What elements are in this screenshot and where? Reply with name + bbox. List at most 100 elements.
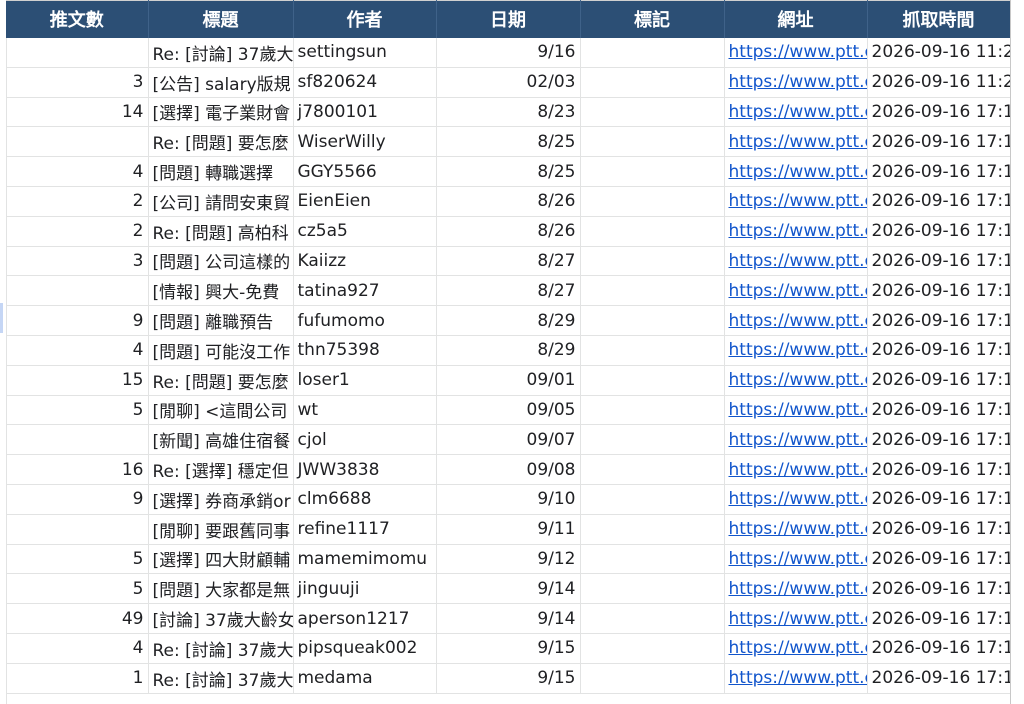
cell-date[interactable]: 8/25 [436,156,581,187]
cell-date[interactable]: 9/10 [436,484,581,515]
cell-date[interactable]: 8/27 [436,275,581,307]
column-header-date[interactable]: 日期 [436,0,581,38]
cell-title[interactable]: Re: [討論] 37歲大 [148,633,294,664]
url-link[interactable]: https://www.ptt.c [729,191,867,211]
cell-date[interactable]: 09/07 [436,424,581,456]
cell-date[interactable]: 8/26 [436,186,581,217]
cell-push-count[interactable]: 15 [6,365,149,396]
cell-mark[interactable] [580,544,725,575]
url-link[interactable]: https://www.ptt.c [729,281,867,301]
cell-author[interactable]: clm6688 [293,484,437,515]
cell-author[interactable]: tatina927 [293,275,437,307]
cell-fetch-time[interactable]: 2026-09-16 17:1 [867,275,1011,307]
url-link[interactable]: https://www.ptt.c [729,519,867,539]
cell-fetch-time[interactable]: 2026-09-16 11:2 [867,67,1011,98]
cell-url[interactable]: https://www.ptt.c [724,514,868,545]
column-header-mark[interactable]: 標記 [580,0,725,38]
cell-author[interactable]: refine1117 [293,514,437,545]
cell-url[interactable]: https://www.ptt.c [724,633,868,664]
cell-fetch-time[interactable]: 2026-09-16 17:1 [867,395,1011,426]
column-header-title[interactable]: 標題 [148,0,294,38]
cell-author[interactable]: medama [293,663,437,694]
cell-fetch-time[interactable]: 2026-09-16 17:1 [867,365,1011,396]
cell-url[interactable]: https://www.ptt.c [724,663,868,694]
url-link[interactable]: https://www.ptt.c [729,370,867,390]
cell-push-count[interactable]: 5 [6,573,149,605]
url-link[interactable]: https://www.ptt.c [729,42,867,62]
cell-url[interactable]: https://www.ptt.c [724,335,868,366]
cell-push-count[interactable]: 49 [6,603,149,634]
cell-title[interactable]: [選擇] 電子業財會 [148,97,294,128]
cell-fetch-time[interactable]: 2026-09-16 17:1 [867,246,1011,277]
cell-fetch-time[interactable]: 2026-09-16 17:1 [867,97,1011,128]
cell-fetch-time[interactable]: 2026-09-16 17:1 [867,126,1011,158]
url-link[interactable]: https://www.ptt.c [729,549,867,569]
cell-title[interactable]: [公告] salary版規 [148,67,294,98]
cell-url[interactable]: https://www.ptt.c [724,126,868,158]
cell-author[interactable]: j7800101 [293,97,437,128]
cell-push-count[interactable] [6,126,149,158]
cell-fetch-time[interactable]: 2026-09-16 17:1 [867,573,1011,605]
cell-date[interactable]: 9/16 [436,37,581,68]
cell-author[interactable]: WiserWilly [293,126,437,158]
cell-push-count[interactable]: 5 [6,395,149,426]
cell-push-count[interactable]: 3 [6,67,149,98]
cell-author[interactable]: Kaiizz [293,246,437,277]
cell-url[interactable]: https://www.ptt.c [724,424,868,456]
cell-author[interactable]: cz5a5 [293,216,437,247]
url-link[interactable]: https://www.ptt.c [729,460,867,480]
cell-author[interactable]: GGY5566 [293,156,437,187]
cell-mark[interactable] [580,365,725,396]
cell-author[interactable]: cjol [293,424,437,456]
url-link[interactable]: https://www.ptt.c [729,638,867,658]
url-link[interactable]: https://www.ptt.c [729,72,867,92]
cell-date[interactable]: 09/05 [436,395,581,426]
cell-url[interactable]: https://www.ptt.c [724,454,868,485]
cell-mark[interactable] [580,514,725,545]
cell-title[interactable]: [新聞] 高雄住宿餐 [148,424,294,456]
cell-title[interactable]: [問題] 離職預告 [148,305,294,336]
cell-fetch-time[interactable]: 2026-09-16 17:1 [867,156,1011,187]
column-header-fetch-time[interactable]: 抓取時間 [867,0,1011,38]
cell-url[interactable]: https://www.ptt.c [724,365,868,396]
cell-title[interactable]: Re: [討論] 37歲大 [148,663,294,694]
cell-author[interactable]: settingsun [293,37,437,68]
cell-mark[interactable] [580,246,725,277]
cell-push-count[interactable]: 2 [6,216,149,247]
cell-url[interactable]: https://www.ptt.c [724,484,868,515]
cell-push-count[interactable]: 16 [6,454,149,485]
cell-title[interactable]: [問題] 可能沒工作 [148,335,294,366]
url-link[interactable]: https://www.ptt.c [729,340,867,360]
cell-author[interactable]: loser1 [293,365,437,396]
cell-push-count[interactable]: 3 [6,246,149,277]
url-link[interactable]: https://www.ptt.c [729,609,867,629]
cell-mark[interactable] [580,305,725,336]
cell-push-count[interactable] [6,424,149,456]
cell-url[interactable]: https://www.ptt.c [724,186,868,217]
cell-push-count[interactable] [6,275,149,307]
cell-push-count[interactable]: 4 [6,633,149,664]
cell-title[interactable]: [問題] 轉職選擇 [148,156,294,187]
cell-title[interactable]: [情報] 興大-免費 [148,275,294,307]
url-link[interactable]: https://www.ptt.c [729,221,867,241]
cell-mark[interactable] [580,335,725,366]
cell-author[interactable]: fufumomo [293,305,437,336]
cell-mark[interactable] [580,454,725,485]
cell-date[interactable]: 02/03 [436,67,581,98]
cell-title[interactable]: Re: [問題] 要怎麼 [148,126,294,158]
cell-fetch-time[interactable]: 2026-09-16 17:1 [867,186,1011,217]
cell-mark[interactable] [580,216,725,247]
cell-title[interactable]: Re: [問題] 要怎麼 [148,365,294,396]
cell-mark[interactable] [580,633,725,664]
cell-url[interactable]: https://www.ptt.c [724,275,868,307]
cell-fetch-time[interactable]: 2026-09-16 17:1 [867,484,1011,515]
cell-author[interactable]: thn75398 [293,335,437,366]
url-link[interactable]: https://www.ptt.c [729,251,867,271]
cell-mark[interactable] [580,395,725,426]
cell-url[interactable]: https://www.ptt.c [724,67,868,98]
cell-fetch-time[interactable]: 2026-09-16 17:1 [867,544,1011,575]
cell-push-count[interactable]: 2 [6,186,149,217]
cell-fetch-time[interactable]: 2026-09-16 17:1 [867,454,1011,485]
cell-url[interactable]: https://www.ptt.c [724,544,868,575]
cell-title[interactable]: [選擇] 四大財顧輔 [148,544,294,575]
